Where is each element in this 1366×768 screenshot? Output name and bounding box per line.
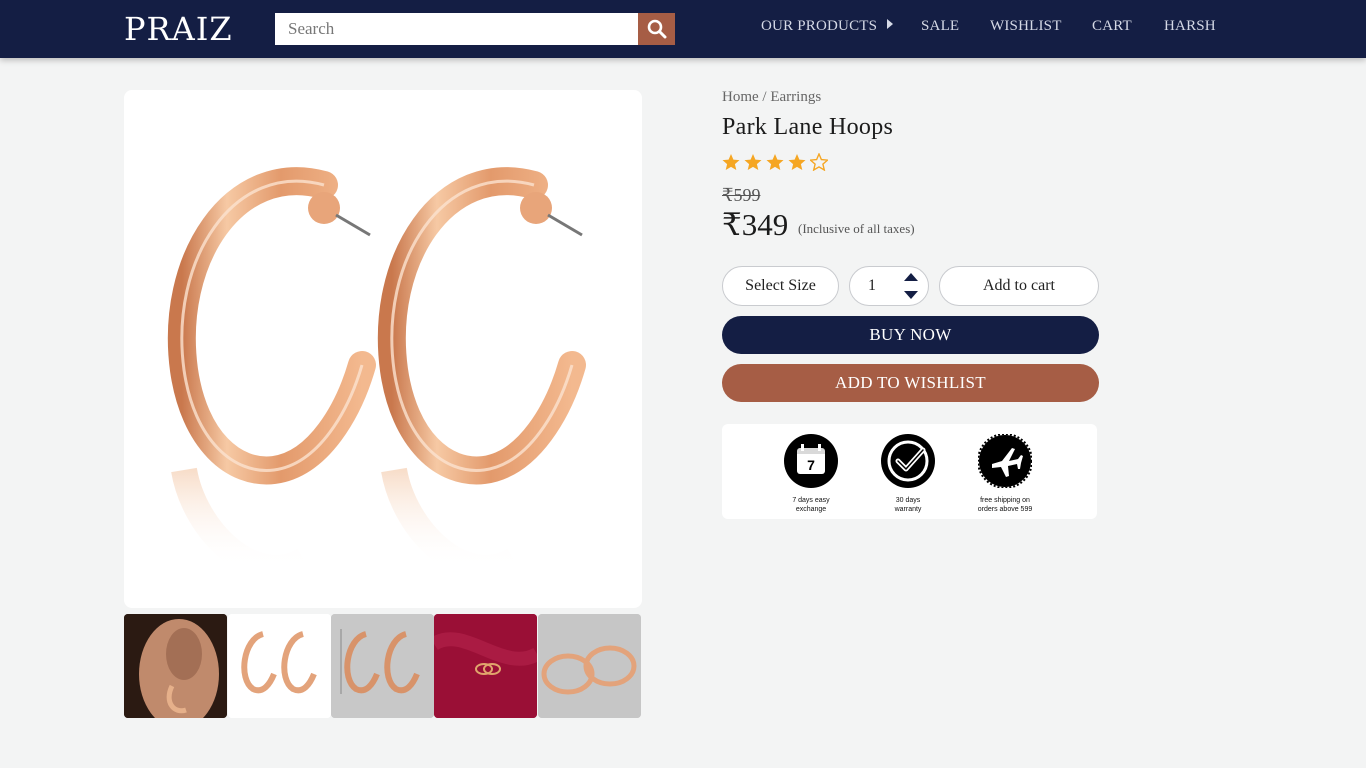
thumbnail-4[interactable] [434,614,537,718]
thumbnail-hoops-grey-image [331,614,434,718]
breadcrumb-category[interactable]: Earrings [770,89,821,105]
star-empty-icon [810,153,828,171]
perk-exchange-caption-1: 7 days easy [792,497,830,504]
breadcrumb-home[interactable]: Home [722,89,759,105]
perk-shipping-caption-1: free shipping on [980,497,1030,504]
perk-shipping-caption-2: orders above 599 [977,506,1033,513]
nav-cart[interactable]: CART [1092,18,1132,35]
tax-note: (Inclusive of all taxes) [798,221,915,236]
product-main-image[interactable] [124,90,642,608]
quantity-increase-icon[interactable] [904,273,918,281]
brand-logo[interactable]: PRAIZ [124,8,233,50]
caret-right-icon [887,19,894,29]
nav-our-products[interactable]: OUR PRODUCTS [761,18,894,35]
thumbnail-hoops-side-image [538,614,641,718]
perk-exchange-caption: 7 days easy exchange [771,496,851,514]
sale-price: ₹349 [722,207,789,242]
perk-warranty-caption: 30 days warranty [868,496,948,514]
search-icon [647,19,666,39]
perks-panel: 7 7 days easy exchange 30 days warranty … [722,424,1097,519]
select-size-button[interactable]: Select Size [722,266,839,306]
perk-warranty-caption-2: warranty [894,506,922,513]
earrings-image [167,167,586,581]
airplane-icon [977,433,1033,489]
thumbnail-1[interactable] [124,614,227,718]
thumbnail-ear-model-image [124,614,227,718]
nav-wishlist[interactable]: WISHLIST [990,18,1062,35]
perk-shipping: free shipping on orders above 599 [965,433,1045,514]
search-button[interactable] [638,13,675,45]
breadcrumb: Home / Earrings [722,89,821,106]
quantity-stepper: 1 [849,266,929,306]
top-navbar: PRAIZ OUR PRODUCTS SALE WISHLIST CART HA… [0,0,1366,58]
add-to-wishlist-button[interactable]: ADD TO WISHLIST [722,364,1099,402]
star-filled-icon [766,154,784,170]
nav-sale[interactable]: SALE [921,18,959,35]
add-to-cart-button[interactable]: Add to cart [939,266,1099,306]
search-input[interactable] [275,13,638,45]
calendar-icon: 7 [784,434,838,488]
product-title: Park Lane Hoops [722,114,894,140]
original-price: ₹599 [722,185,761,205]
thumbnail-3[interactable] [331,614,434,718]
perk-warranty: 30 days warranty [868,434,948,514]
quantity-decrease-icon[interactable] [904,291,918,299]
rating-stars [722,153,828,171]
perk-warranty-caption-1: 30 days [895,497,921,504]
star-filled-icon [744,154,762,170]
buy-now-button[interactable]: BUY NOW [722,316,1099,354]
nav-user-account[interactable]: HARSH [1164,18,1216,35]
breadcrumb-separator: / [758,89,771,105]
thumbnail-5[interactable] [538,614,641,718]
quantity-value[interactable]: 1 [868,277,876,295]
star-filled-icon [722,154,740,170]
thumbnail-hoops-red-image [434,614,537,718]
perk-shipping-caption: free shipping on orders above 599 [965,496,1045,514]
calendar-number: 7 [807,457,815,473]
thumbnail-hoops-white-image [228,614,331,718]
warranty-check-icon [881,434,935,488]
search-bar [275,13,675,45]
thumbnail-2[interactable] [228,614,331,718]
nav-our-products-label: OUR PRODUCTS [761,18,878,34]
perk-exchange-caption-2: exchange [795,506,827,513]
perk-exchange: 7 7 days easy exchange [771,434,851,514]
star-filled-icon [788,154,806,170]
